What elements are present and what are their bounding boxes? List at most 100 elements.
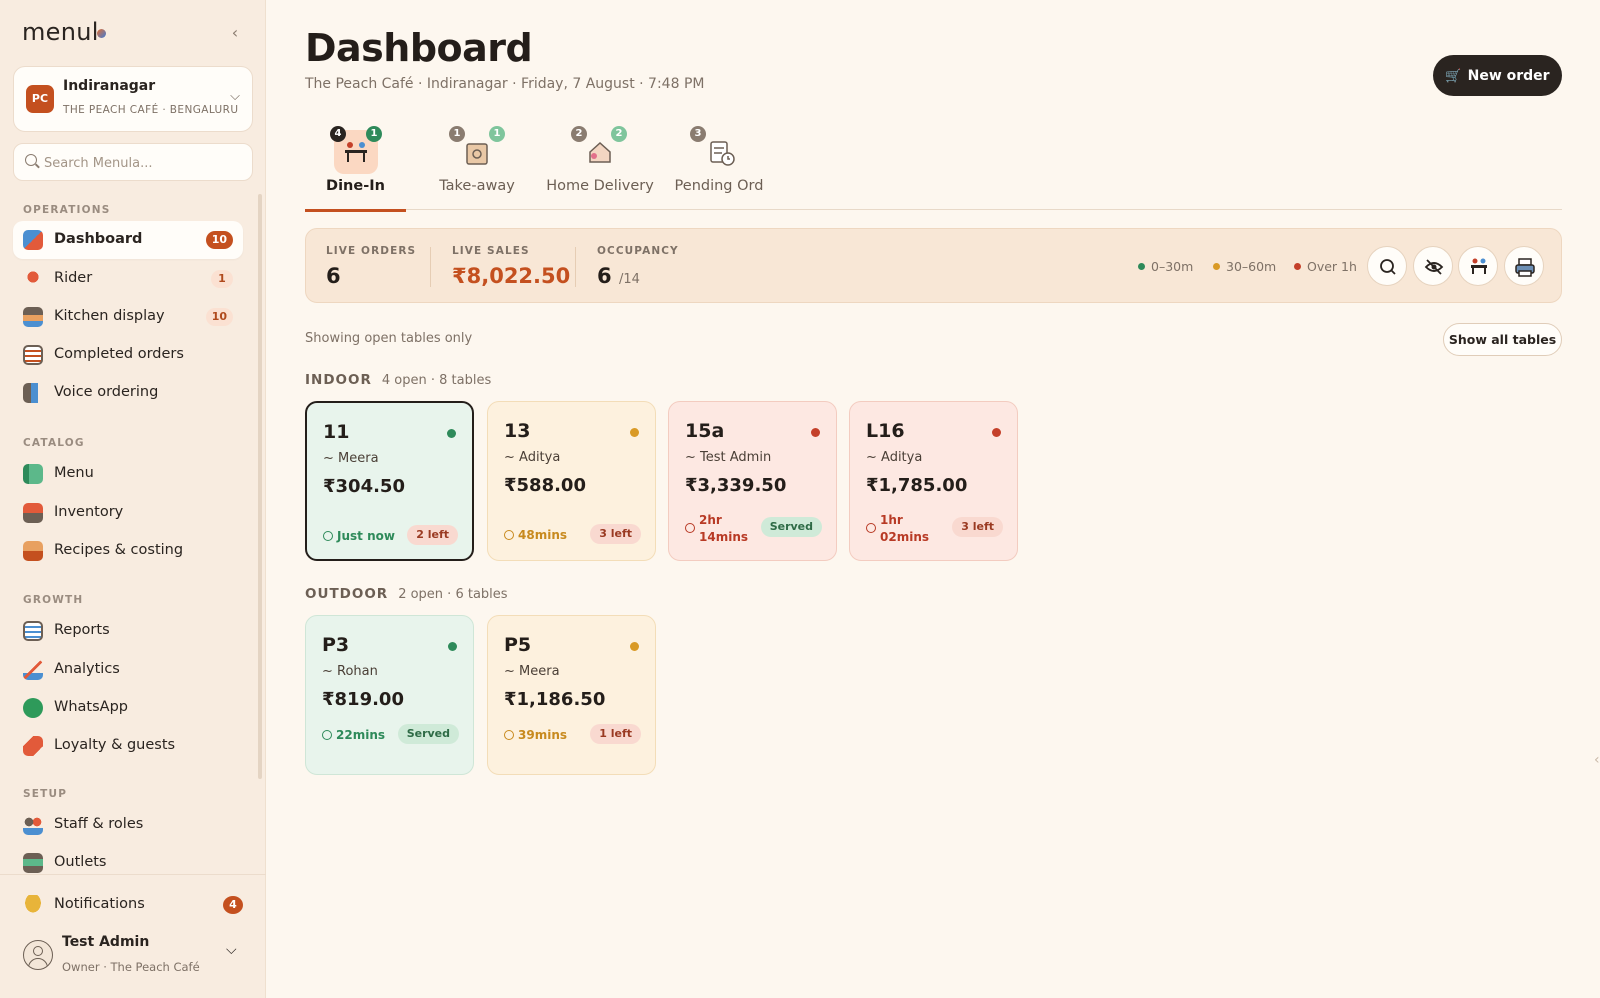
inventory-icon — [23, 503, 43, 523]
tab-home-delivery[interactable]: 2 2 Home Delivery — [545, 120, 655, 210]
sidebar-item-label: Loyalty & guests — [54, 737, 176, 753]
recipes-icon — [23, 541, 43, 561]
timer-icon — [504, 730, 514, 740]
notifications-row[interactable]: Notifications 4 — [0, 874, 266, 934]
sidebar-item-menu[interactable]: Menu — [13, 455, 243, 493]
table-elapsed: 39mins — [504, 728, 567, 742]
reports-icon — [23, 621, 43, 641]
elapsed-hours: 2hr — [699, 513, 722, 527]
outlet-subtitle: THE PEACH CAFÉ · BENGALURU — [63, 104, 239, 116]
sidebar-item-loyalty-guests[interactable]: Loyalty & guests — [13, 727, 243, 765]
sidebar-item-label: Menu — [54, 465, 94, 481]
timer-icon — [322, 730, 332, 740]
show-all-tables-button[interactable]: Show all tables — [1443, 323, 1562, 356]
tab-take-away[interactable]: 1 1 Take-away — [422, 120, 532, 210]
sidebar-item-completed-orders[interactable]: Completed orders — [13, 336, 243, 374]
table-waiter: ~ Test Admin — [685, 450, 772, 465]
eye-off-icon — [1424, 259, 1444, 275]
tab-count-badge: 1 — [366, 126, 382, 142]
table-card-p3[interactable]: P3 ~ Rohan ₹819.00 22mins Served — [305, 615, 474, 775]
search-icon — [1380, 259, 1396, 275]
items-left-badge: 3 left — [952, 517, 1003, 537]
table-card-l16[interactable]: L16 ~ Aditya ₹1,785.00 1hr 02mins 3 left — [849, 401, 1018, 561]
tab-count-badge: 3 — [690, 126, 706, 142]
sidebar-scrollbar[interactable] — [258, 194, 262, 779]
menula-logo[interactable]: menul — [22, 18, 106, 46]
table-amount: ₹3,339.50 — [685, 475, 787, 496]
kitchen-icon — [23, 307, 43, 327]
checklist-icon — [23, 345, 43, 365]
occupancy-count: 6 — [597, 264, 612, 288]
sidebar-item-label: Outlets — [54, 854, 107, 870]
table-card-p5[interactable]: P5 ~ Meera ₹1,186.50 39mins 1 left — [487, 615, 656, 775]
sidebar-item-staff-roles[interactable]: Staff & roles — [13, 806, 243, 844]
status-dot-icon — [447, 429, 456, 438]
tab-count-badge: 1 — [449, 126, 465, 142]
print-button[interactable] — [1504, 246, 1544, 286]
notifications-label: Notifications — [54, 896, 145, 912]
pending-clock-icon — [699, 130, 743, 174]
sidebar-item-label: Rider — [54, 270, 93, 286]
sidebar-item-label: Voice ordering — [54, 384, 159, 400]
dashboard-icon — [23, 230, 43, 250]
sidebar-item-recipes-costing[interactable]: Recipes & costing — [13, 532, 243, 570]
legend-label: 30–60m — [1226, 259, 1277, 274]
zone-meta: 4 open · 8 tables — [381, 373, 492, 388]
printer-icon — [1515, 258, 1535, 277]
staff-icon — [23, 815, 43, 835]
table-elapsed: 22mins — [322, 728, 385, 742]
tab-count-badge: 4 — [330, 126, 346, 142]
table-elapsed: 1hr 02mins — [866, 512, 929, 546]
outlet-switcher[interactable]: PC Indiranagar THE PEACH CAFÉ · BENGALUR… — [13, 66, 253, 132]
zone-name: OUTDOOR — [305, 586, 389, 602]
table-card-13[interactable]: 13 ~ Aditya ₹588.00 48mins 3 left — [487, 401, 656, 561]
occupancy-label: OCCUPANCY — [597, 245, 679, 257]
sidebar-item-label: Kitchen display — [54, 308, 165, 324]
sidebar-item-inventory[interactable]: Inventory — [13, 494, 243, 532]
table-card-11[interactable]: 11 ~ Meera ₹304.50 Just now 2 left — [305, 401, 474, 561]
items-left-badge: 1 left — [590, 724, 641, 744]
stat-divider — [430, 247, 431, 287]
table-elapsed: Just now — [323, 529, 395, 543]
sidebar-item-reports[interactable]: Reports — [13, 612, 243, 650]
sidebar-item-whatsapp[interactable]: WhatsApp — [13, 689, 243, 727]
table-number: 15a — [685, 420, 725, 442]
user-menu[interactable]: Test Admin Owner · The Peach Café ⌵ — [0, 930, 266, 998]
order-type-tabs: 4 1 Dine-In 1 1 Take-away 2 2 Home Deliv… — [305, 120, 1562, 212]
timer-icon — [866, 523, 876, 533]
sidebar-item-label: Dashboard — [54, 231, 143, 247]
sidebar-item-label: Staff & roles — [54, 816, 144, 832]
hide-amounts-button[interactable] — [1413, 246, 1453, 286]
search-tables-button[interactable] — [1367, 246, 1407, 286]
new-order-label: New order — [1467, 67, 1550, 84]
legend-dot-icon — [1213, 263, 1220, 270]
search-input[interactable] — [44, 152, 244, 174]
table-waiter: ~ Meera — [323, 451, 379, 466]
table-card-15a[interactable]: 15a ~ Test Admin ₹3,339.50 2hr 14mins Ser… — [668, 401, 837, 561]
table-elapsed: 48mins — [504, 528, 567, 542]
user-role: Owner · The Peach Café — [62, 960, 200, 974]
sidebar-item-label: Completed orders — [54, 346, 184, 362]
search-icon — [25, 154, 37, 166]
resize-handle-icon[interactable]: ‹ — [1594, 752, 1600, 772]
table-amount: ₹1,186.50 — [504, 689, 606, 710]
tab-label: Take-away — [439, 178, 515, 194]
table-number: 11 — [323, 421, 350, 443]
new-order-button[interactable]: 🛒 New order — [1433, 55, 1562, 96]
sidebar-item-rider[interactable]: Rider 1 — [13, 260, 243, 298]
sidebar-item-voice-ordering[interactable]: Voice ordering — [13, 374, 243, 412]
tab-pending-orders[interactable]: 3 Pending Ord — [669, 120, 769, 210]
tab-dine-in[interactable]: 4 1 Dine-In — [305, 120, 406, 212]
table-layout-button[interactable] — [1458, 246, 1498, 286]
table-icon — [1471, 258, 1487, 274]
notifications-badge: 4 — [223, 896, 243, 914]
sidebar-item-kitchen-display[interactable]: Kitchen display 10 — [13, 298, 243, 336]
count-badge: 10 — [205, 231, 233, 249]
rider-icon — [23, 269, 43, 289]
sidebar-item-analytics[interactable]: Analytics — [13, 651, 243, 689]
zone-title-outdoor: OUTDOOR 2 open · 6 tables — [305, 586, 508, 602]
sidebar-item-dashboard[interactable]: Dashboard 10 — [13, 221, 243, 259]
served-badge: Served — [397, 724, 459, 744]
collapse-sidebar-icon[interactable]: ‹ — [226, 24, 244, 42]
occupancy-value: 6 /14 — [597, 264, 640, 288]
